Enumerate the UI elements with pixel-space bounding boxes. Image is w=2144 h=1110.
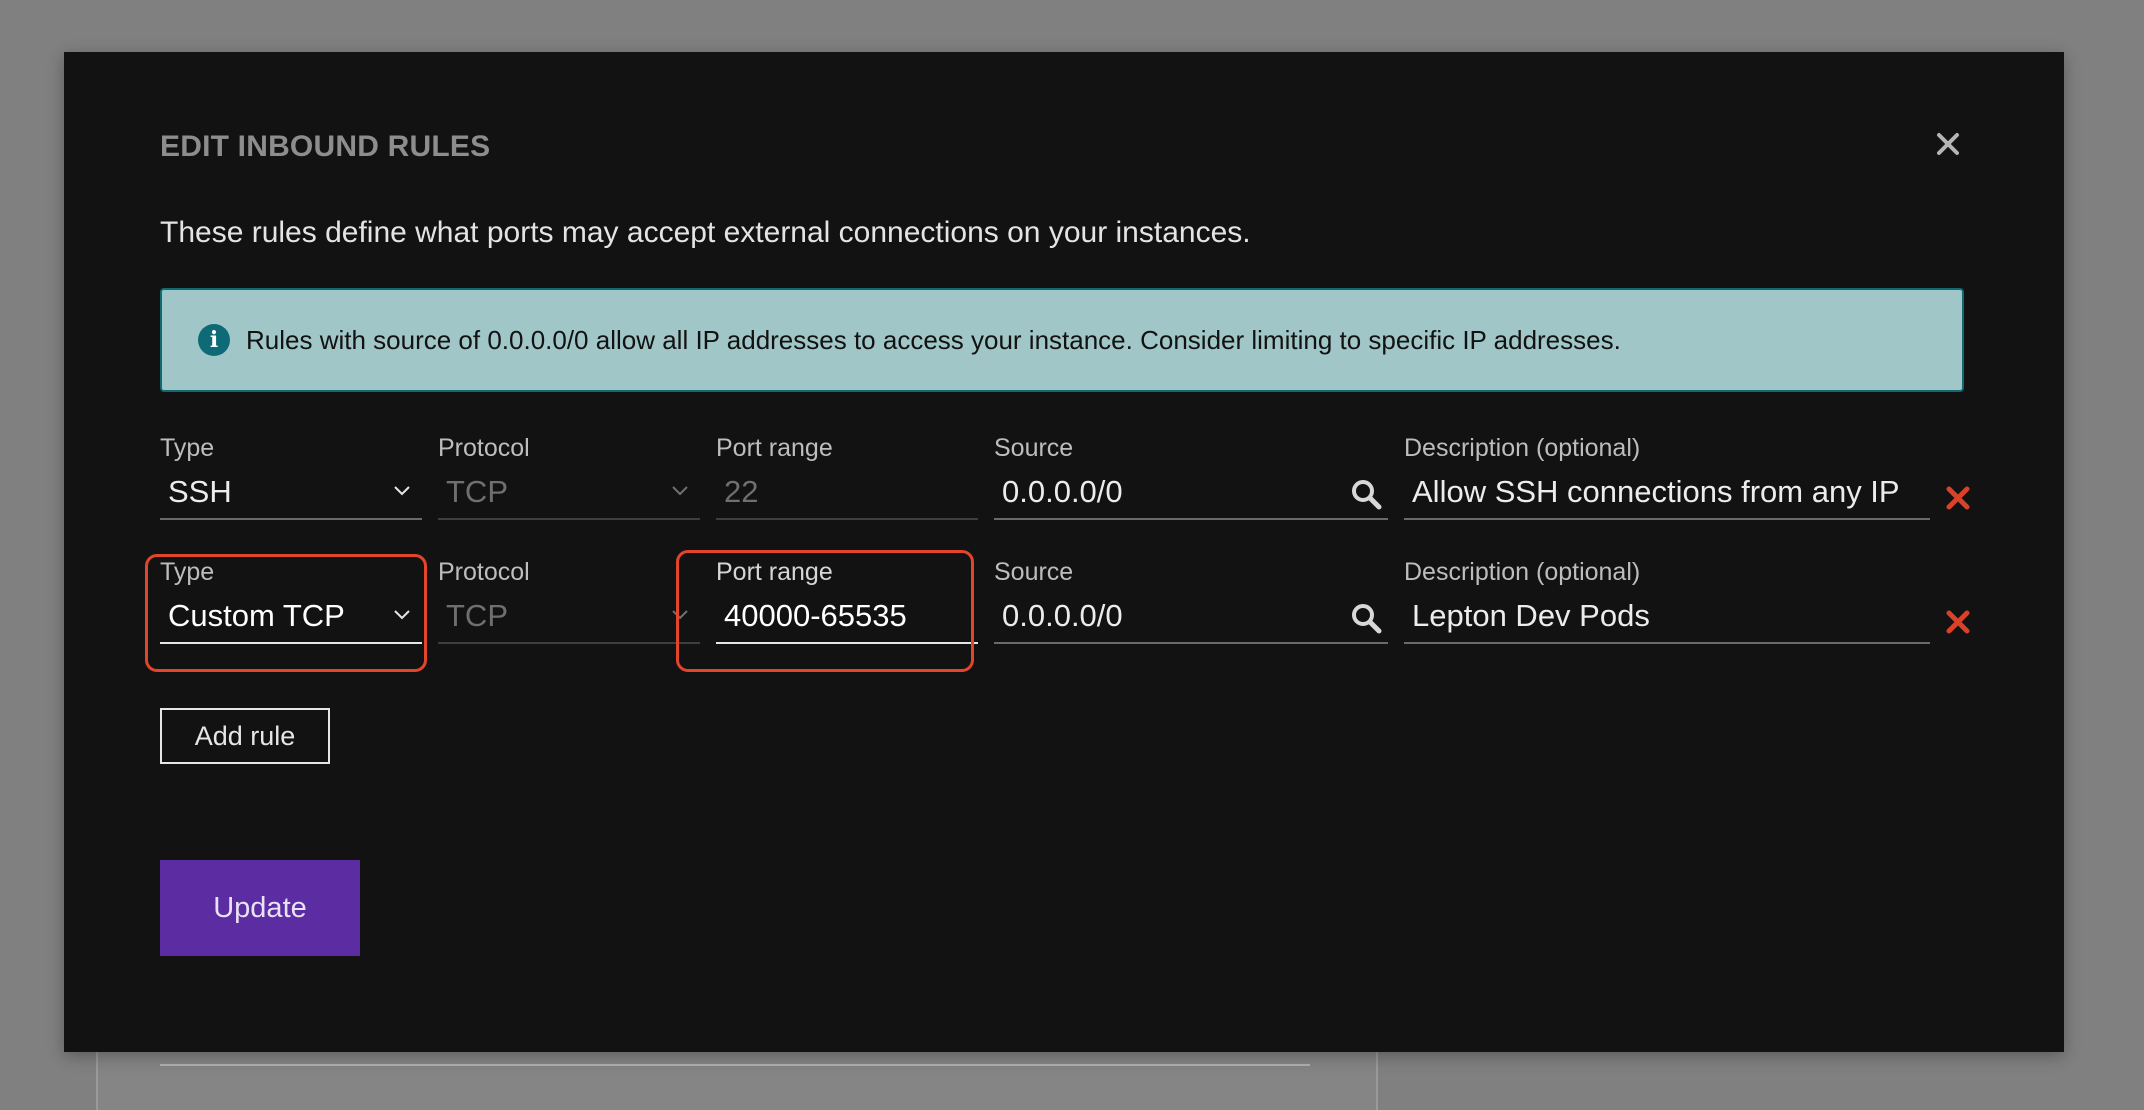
- port-range-label: Port range: [716, 558, 833, 586]
- rule-1-protocol: Protocol TCP: [438, 434, 700, 520]
- description-input[interactable]: Lepton Dev Pods: [1404, 590, 1930, 644]
- protocol-select: TCP: [438, 466, 700, 520]
- chevron-down-icon: [394, 610, 410, 620]
- type-select[interactable]: SSH: [160, 466, 422, 520]
- type-label: Type: [160, 434, 215, 462]
- remove-rule-icon[interactable]: [1942, 482, 1974, 514]
- rule-1-port-range: Port range 22: [716, 434, 978, 520]
- source-value: 0.0.0.0/0: [1002, 474, 1123, 509]
- port-range-label: Port range: [716, 434, 833, 462]
- rule-2-source: Source 0.0.0.0/0: [994, 558, 1388, 644]
- rule-1-type: Type SSH: [160, 434, 422, 520]
- description-value: Lepton Dev Pods: [1412, 598, 1650, 633]
- protocol-label: Protocol: [438, 434, 530, 462]
- protocol-select-value: TCP: [446, 598, 508, 633]
- port-range-input: 22: [716, 466, 978, 520]
- description-input[interactable]: Allow SSH connections from any IP: [1404, 466, 1930, 520]
- info-banner: i Rules with source of 0.0.0.0/0 allow a…: [160, 288, 1964, 392]
- update-button[interactable]: Update: [160, 860, 360, 956]
- info-icon: i: [198, 324, 230, 356]
- rule-1-description: Description (optional) Allow SSH connect…: [1404, 434, 1930, 520]
- rule-2-port-range: Port range 40000-65535: [716, 558, 978, 644]
- port-range-value: 22: [724, 474, 759, 509]
- modal-title: EDIT INBOUND RULES: [160, 130, 491, 163]
- rule-2-protocol: Protocol TCP: [438, 558, 700, 644]
- rule-2-description: Description (optional) Lepton Dev Pods: [1404, 558, 1930, 644]
- source-label: Source: [994, 558, 1074, 586]
- close-icon[interactable]: [1928, 124, 1968, 164]
- port-range-input[interactable]: 40000-65535: [716, 590, 978, 644]
- source-value: 0.0.0.0/0: [1002, 598, 1123, 633]
- source-input[interactable]: 0.0.0.0/0: [994, 590, 1388, 644]
- chevron-down-icon: [394, 486, 410, 496]
- source-label: Source: [994, 434, 1074, 462]
- description-label: Description (optional): [1404, 558, 1641, 586]
- type-select-value: SSH: [168, 474, 232, 509]
- rule-2-type: Type Custom TCP: [160, 558, 422, 644]
- port-range-value: 40000-65535: [724, 598, 907, 633]
- search-icon[interactable]: [1348, 476, 1384, 512]
- protocol-label: Protocol: [438, 558, 530, 586]
- source-input[interactable]: 0.0.0.0/0: [994, 466, 1388, 520]
- description-label: Description (optional): [1404, 434, 1641, 462]
- edit-inbound-rules-modal: EDIT INBOUND RULES These rules define wh…: [64, 52, 2064, 1052]
- description-value: Allow SSH connections from any IP: [1412, 474, 1900, 509]
- chevron-down-icon: [672, 486, 688, 496]
- type-select-value: Custom TCP: [168, 598, 345, 633]
- protocol-select-value: TCP: [446, 474, 508, 509]
- type-label: Type: [160, 558, 215, 586]
- rule-1-source: Source 0.0.0.0/0: [994, 434, 1388, 520]
- type-select[interactable]: Custom TCP: [160, 590, 422, 644]
- add-rule-button[interactable]: Add rule: [160, 708, 330, 764]
- search-icon[interactable]: [1348, 600, 1384, 636]
- remove-rule-icon[interactable]: [1942, 606, 1974, 638]
- info-banner-text: Rules with source of 0.0.0.0/0 allow all…: [246, 324, 1621, 355]
- background-divider: [160, 1064, 1310, 1066]
- protocol-select: TCP: [438, 590, 700, 644]
- modal-description: These rules define what ports may accept…: [160, 216, 1251, 249]
- chevron-down-icon: [672, 610, 688, 620]
